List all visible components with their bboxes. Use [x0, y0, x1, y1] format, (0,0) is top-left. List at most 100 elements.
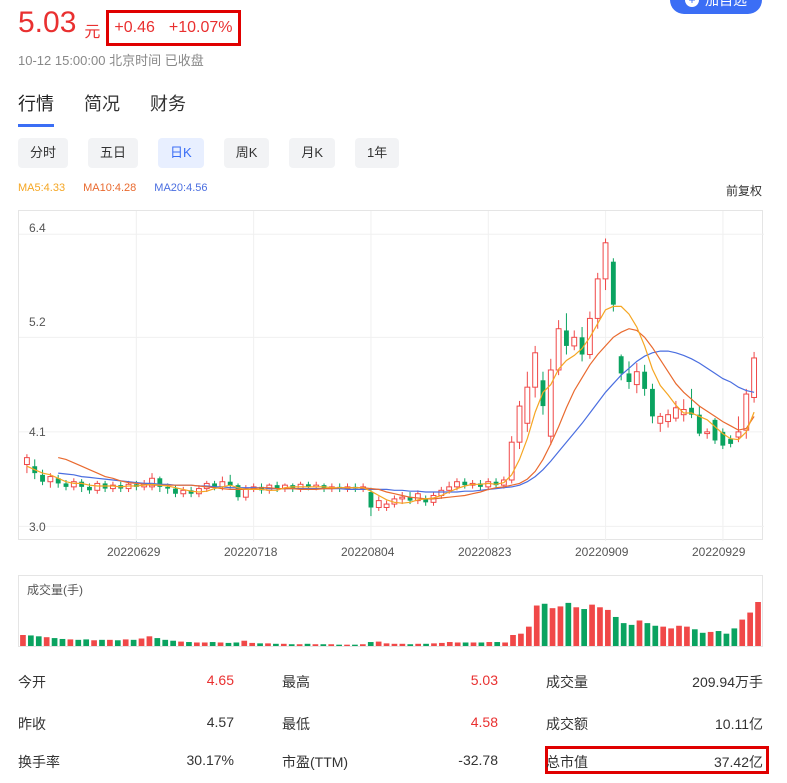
volume-bar — [186, 642, 192, 646]
volume-bar — [391, 643, 398, 646]
volume-bar — [731, 628, 738, 646]
volume-chart[interactable]: 成交量(手) — [18, 575, 763, 647]
volume-bar — [328, 644, 335, 646]
candle — [477, 479, 483, 491]
candle — [414, 490, 421, 505]
period-monthly-k-button[interactable]: 月K — [289, 138, 336, 168]
volume-bar — [423, 643, 429, 646]
volume-bar — [201, 642, 208, 646]
stat-value: 4.65 — [206, 672, 234, 688]
candle — [94, 480, 101, 494]
candle — [657, 412, 664, 432]
volume-bar — [233, 642, 240, 646]
period-weekly-k-button[interactable]: 周K — [223, 138, 270, 168]
volume-bar — [399, 643, 406, 646]
volume-bar — [723, 633, 730, 646]
volume-bar — [162, 639, 169, 646]
x-tick-label: 20220804 — [341, 545, 395, 559]
volume-bar — [644, 623, 651, 646]
tab-finance[interactable]: 财务 — [150, 90, 186, 127]
volume-bar — [439, 642, 445, 646]
period-daily-k-button[interactable]: 日K — [158, 138, 204, 168]
adjust-mode-toggle[interactable]: 前复权 — [726, 182, 762, 199]
add-watchlist-button[interactable]: + 加自选 — [670, 0, 762, 14]
volume-bar — [28, 635, 34, 646]
volume-bar — [415, 643, 422, 646]
volume-bar — [35, 636, 42, 646]
candle — [290, 483, 296, 493]
candlestick-svg — [19, 211, 764, 541]
stat-label: 总市值 — [546, 754, 588, 770]
volume-bar — [502, 642, 508, 646]
volume-bar — [375, 641, 382, 646]
volume-bar — [589, 604, 595, 646]
tab-quote[interactable]: 行情 — [18, 90, 54, 127]
volume-bar — [715, 631, 722, 646]
volume-bar — [257, 643, 263, 646]
stat-value: 30.17% — [186, 752, 234, 768]
volume-bar — [383, 643, 390, 646]
volume-bar — [20, 635, 26, 646]
stats-row: 昨收 4.57 最低 4.58 成交额 10.11亿 — [18, 714, 763, 738]
period-5day-button[interactable]: 五日 — [88, 138, 139, 168]
stat-value: 5.03 — [470, 672, 498, 688]
period-selector: 分时 五日 日K 周K 月K 1年 — [18, 138, 419, 168]
period-1year-button[interactable]: 1年 — [355, 138, 400, 168]
y-tick-label: 4.1 — [29, 425, 46, 439]
volume-svg — [20, 602, 761, 646]
volume-bar — [636, 620, 643, 646]
tab-profile[interactable]: 简况 — [84, 90, 120, 127]
main-tabs: 行情 简况 财务 — [18, 90, 216, 127]
volume-bar — [565, 602, 572, 646]
candle — [438, 486, 445, 499]
candle — [235, 483, 241, 501]
volume-bar — [486, 642, 493, 646]
volume-bar — [352, 644, 358, 646]
volume-bar — [273, 643, 279, 646]
candle — [704, 428, 711, 439]
volume-bar — [691, 629, 698, 646]
plus-icon: + — [685, 0, 699, 7]
volume-bar — [739, 619, 746, 646]
y-tick-label: 5.2 — [29, 315, 46, 329]
volume-bar — [518, 633, 524, 646]
price-row: 5.03 元 +0.46 +10.07% — [18, 6, 241, 46]
candlestick-chart[interactable]: 6.4 5.2 4.1 3.0 — [18, 210, 764, 541]
price-change: +0.46 — [114, 19, 155, 36]
candle — [633, 363, 640, 394]
x-tick-label: 20220823 — [458, 545, 512, 559]
volume-bar — [462, 642, 469, 646]
stat-value: 37.42亿 — [713, 754, 763, 770]
candle — [672, 400, 679, 422]
candle — [55, 474, 61, 488]
volume-bar — [67, 639, 74, 646]
candle — [696, 406, 702, 437]
candle — [680, 399, 687, 422]
volume-bar — [51, 638, 58, 646]
volume-bar — [755, 602, 761, 646]
volume-bar — [660, 626, 667, 646]
candle — [70, 478, 77, 491]
stat-label: 最高 — [282, 674, 310, 690]
volume-bar — [668, 628, 674, 646]
candle — [399, 492, 406, 505]
volume-bar — [296, 644, 303, 646]
volume-bar — [312, 644, 319, 646]
candle — [375, 496, 382, 511]
volume-bar — [241, 640, 248, 646]
stat-label: 市盈(TTM) — [282, 754, 349, 770]
period-intraday-button[interactable]: 分时 — [18, 138, 69, 168]
ma10-label: MA10:4.28 — [83, 182, 137, 194]
candle — [626, 361, 632, 389]
volume-bar — [359, 644, 366, 646]
candle — [259, 483, 264, 494]
ma5-label: MA5:4.33 — [18, 182, 66, 194]
y-tick-label: 3.0 — [29, 520, 46, 534]
candle — [196, 485, 202, 498]
volume-bar — [59, 638, 66, 646]
volume-bar — [446, 642, 453, 646]
volume-bar — [288, 644, 295, 646]
market-timestamp: 10-12 15:00:00 北京时间 已收盘 — [18, 53, 204, 68]
candle — [321, 483, 327, 493]
candle — [532, 345, 539, 398]
